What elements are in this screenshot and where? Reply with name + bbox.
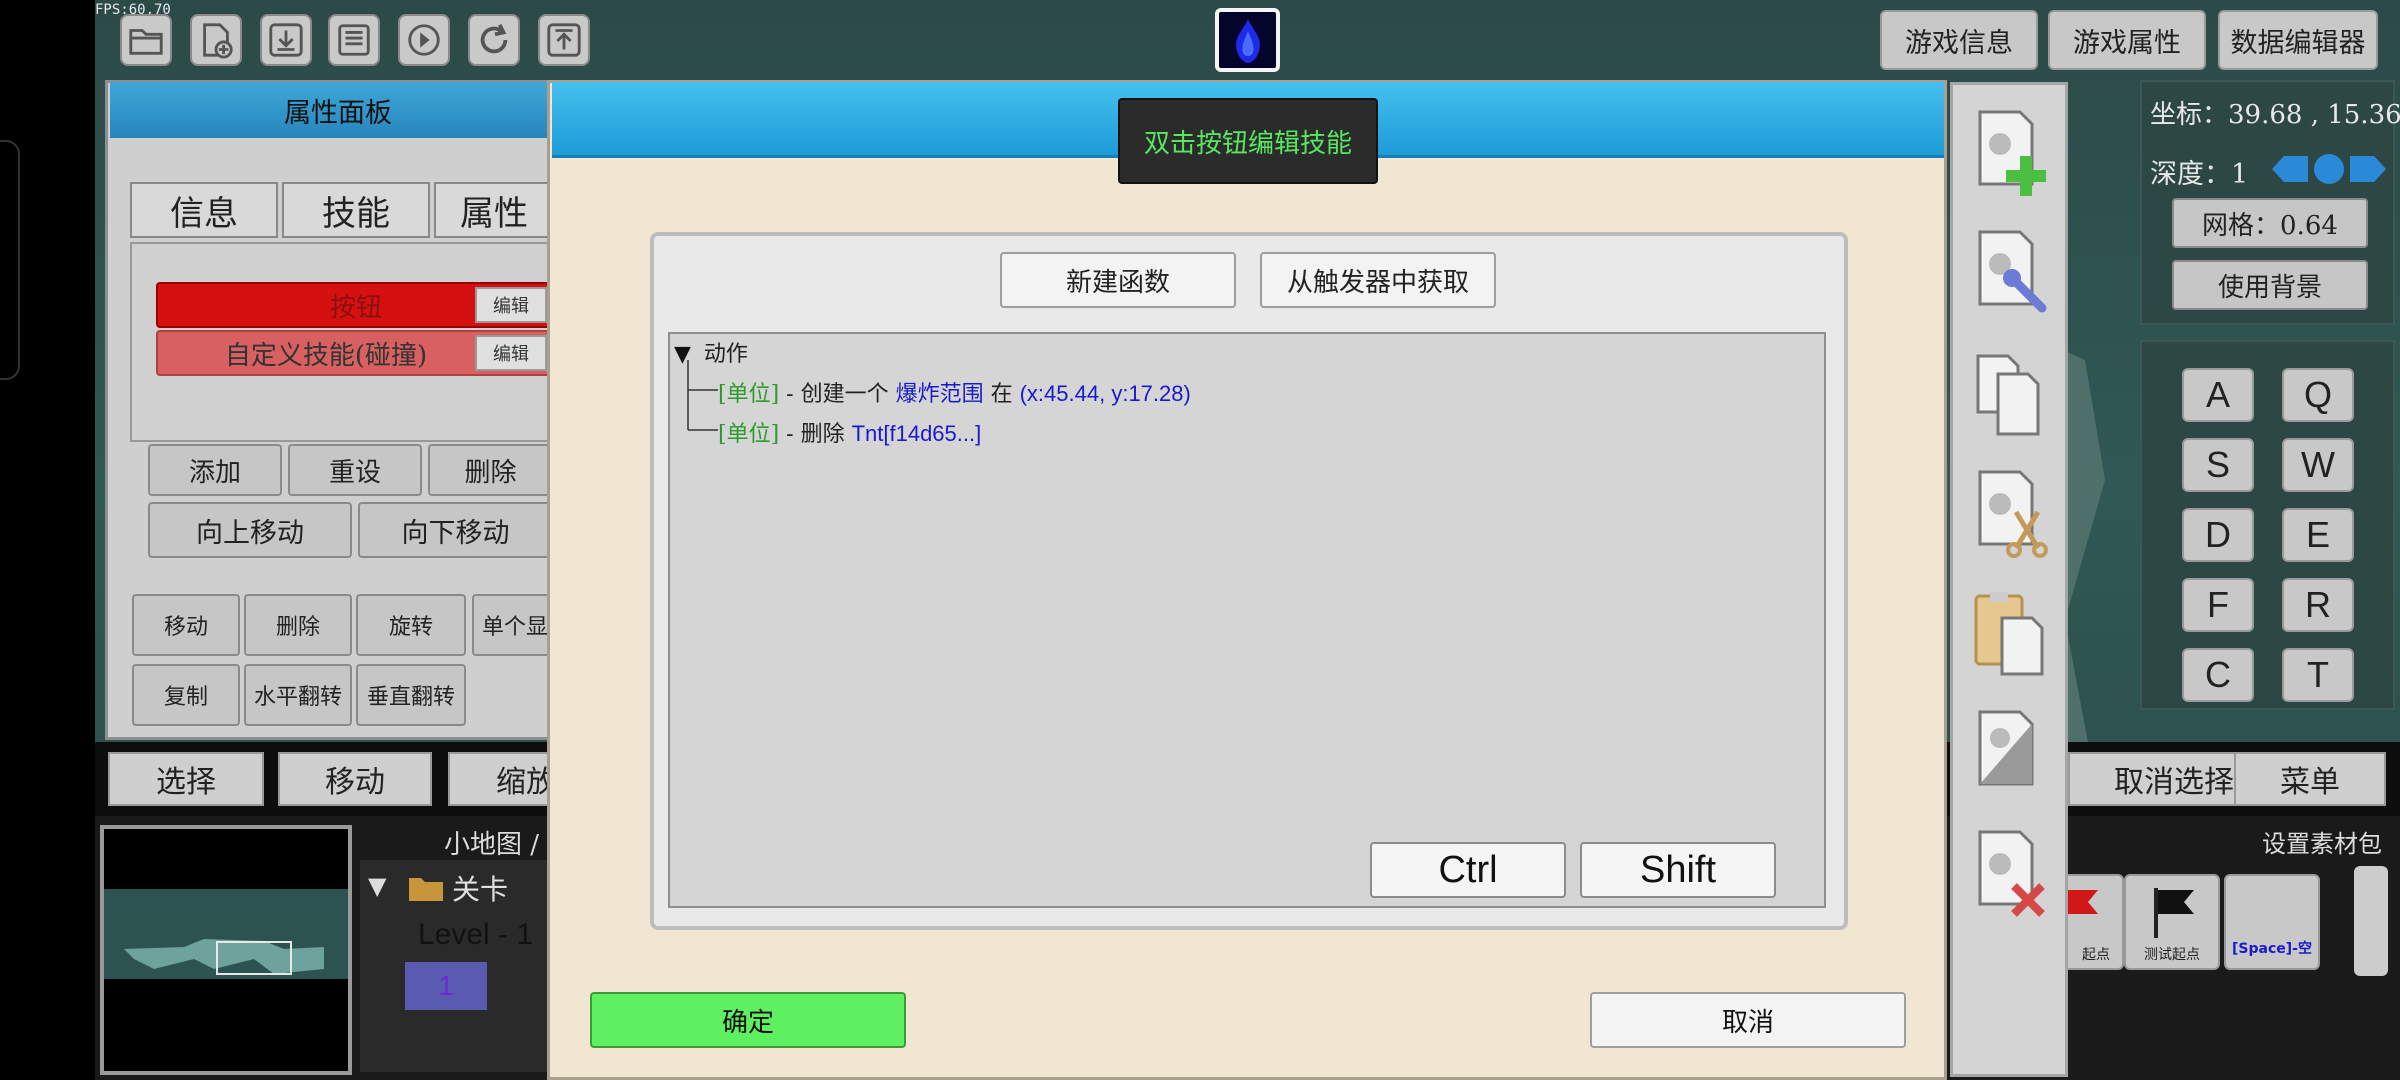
black-flag-icon [2154,888,2194,938]
reset-skill-button[interactable]: 重设 [288,444,422,496]
skill-edit-button[interactable]: 编辑 [475,287,547,323]
skill-name: 按钮 [329,292,382,323]
shortcut-keys-panel [2140,340,2395,710]
key-c-button[interactable]: C [2182,648,2254,702]
ctrl-key-button[interactable]: Ctrl [1370,842,1566,898]
refresh-icon [480,23,508,54]
move-down-button[interactable]: 向下移动 [358,502,553,558]
key-f-button[interactable]: F [2182,578,2254,632]
edit-skill-icon[interactable] [1968,228,2058,318]
skill-edit-button[interactable]: 编辑 [475,335,547,371]
level-number-badge[interactable]: 1 [405,962,487,1010]
hint-tooltip: 双击按钮编辑技能 [1118,98,1378,184]
op-copy-button[interactable]: 复制 [132,664,240,726]
add-skill-icon[interactable] [1968,108,2058,198]
duplicate-skill-icon[interactable] [1968,708,2058,798]
property-panel-title: 属性面板 [110,82,566,138]
tab-attributes[interactable]: 属性 [434,182,554,238]
new-file-icon [203,23,233,59]
level-name[interactable]: Level - 1 [418,918,533,952]
coordinates-readout: 坐标：39.68 , 15.36 [2150,100,2400,130]
download-icon [269,23,303,57]
upload-icon [547,23,581,57]
op-flip-h-button[interactable]: 水平翻转 [244,664,352,726]
add-skill-button[interactable]: 添加 [148,444,282,496]
depth-slider[interactable] [2268,152,2390,186]
asset-space-empty[interactable]: [Space]-空 [2224,874,2320,970]
move-mode-button[interactable]: 移动 [278,752,432,806]
action-text: 在 [983,382,1020,407]
tab-game-props[interactable]: 游戏属性 [2048,10,2206,70]
tree-expand-icon[interactable]: ▼ [368,872,386,900]
skill-thumbnail[interactable] [1215,8,1280,72]
play-button[interactable] [398,14,450,66]
save-button[interactable] [328,14,380,66]
folder-icon [409,878,443,901]
tab-info[interactable]: 信息 [130,182,278,238]
minimap-label: 小地图 / [444,830,540,860]
key-d-button[interactable]: D [2182,508,2254,562]
key-w-button[interactable]: W [2282,438,2354,492]
paste-skill-icon[interactable] [1968,588,2058,678]
folder-icon [129,29,163,55]
op-single-show-button[interactable]: 单个显 [472,594,557,656]
play-icon [408,24,440,56]
new-file-button[interactable] [190,14,242,66]
shift-key-button[interactable]: Shift [1580,842,1776,898]
set-material-label[interactable]: 设置素材包 [2262,824,2382,859]
refresh-button[interactable] [468,14,520,66]
op-rotate-button[interactable]: 旋转 [356,594,466,656]
minimap-viewport-frame[interactable] [216,941,292,975]
open-folder-button[interactable] [120,14,172,66]
action-highlight: (x:45.44, y:17.28) [1019,381,1191,406]
key-e-button[interactable]: E [2282,508,2354,562]
action-tag: [单位] [718,422,780,447]
minimap[interactable] [100,825,352,1075]
confirm-button[interactable]: 确定 [590,992,906,1048]
select-mode-button[interactable]: 选择 [108,752,264,806]
side-notch [0,140,20,380]
cut-skill-icon[interactable] [1968,468,2058,558]
grid-size-button[interactable]: 网格：0.64 [2172,198,2368,248]
key-q-button[interactable]: Q [2282,368,2354,422]
op-move-button[interactable]: 移动 [132,594,240,656]
action-highlight: Tnt[f14d65...] [851,421,982,446]
action-text: - 创建一个 [779,382,896,407]
key-t-button[interactable]: T [2282,648,2354,702]
op-delete-button[interactable]: 删除 [244,594,352,656]
depth-readout: 深度：1 [2150,159,2249,190]
tab-data-editor[interactable]: 数据编辑器 [2218,10,2378,70]
save-icon [338,24,370,56]
action-highlight: 爆炸范围 [895,382,984,407]
action-item[interactable]: [单位] - 删除 Tnt[f14d65...] [718,416,981,448]
asset-scroll-handle[interactable] [2354,866,2388,976]
tree-folder-label[interactable]: 关卡 [452,868,508,908]
new-function-button[interactable]: 新建函数 [1000,252,1236,308]
action-tag: [单位] [718,382,780,407]
download-button[interactable] [260,14,312,66]
tab-skills[interactable]: 技能 [282,182,430,238]
from-trigger-button[interactable]: 从触发器中获取 [1260,252,1496,308]
key-s-button[interactable]: S [2182,438,2254,492]
move-up-button[interactable]: 向上移动 [148,502,352,558]
key-a-button[interactable]: A [2182,368,2254,422]
upload-button[interactable] [538,14,590,66]
action-text: - 删除 [779,422,852,447]
asset-test-start-point[interactable]: 测试起点 [2124,874,2220,970]
tab-game-info[interactable]: 游戏信息 [1880,10,2038,70]
delete-skill-button[interactable]: 删除 [428,444,553,496]
op-flip-v-button[interactable]: 垂直翻转 [356,664,466,726]
cancel-button[interactable]: 取消 [1590,992,1906,1048]
action-item[interactable]: [单位] - 创建一个 爆炸范围 在 (x:45.44, y:17.28) [718,376,1191,408]
copy-skill-icon[interactable] [1968,348,2058,438]
menu-button[interactable]: 菜单 [2234,752,2386,806]
key-r-button[interactable]: R [2282,578,2354,632]
skill-name: 自定义技能(碰撞) [224,340,428,371]
delete-skill-icon[interactable] [1968,828,2058,918]
tree-connector [687,360,718,431]
use-background-button[interactable]: 使用背景 [2172,260,2368,310]
blue-flame-icon [1235,19,1260,63]
